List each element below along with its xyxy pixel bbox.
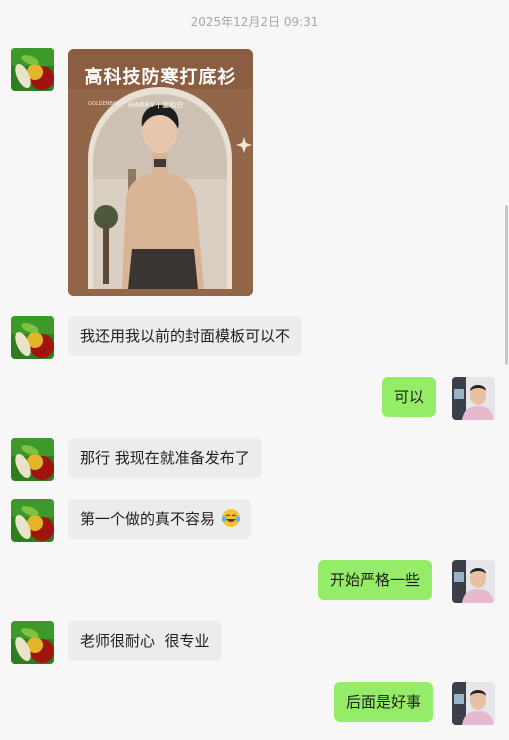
fruit-avatar-icon — [11, 499, 54, 542]
message-bubble-outgoing[interactable]: 可以 — [382, 377, 437, 417]
message-bubble-outgoing[interactable]: 开始严格一些 — [318, 560, 433, 600]
fruit-avatar-icon — [11, 621, 54, 664]
message-text: 第一个做的真不容易 — [80, 510, 216, 528]
poster-brand-right: HARRY | 金和白 — [128, 101, 184, 109]
message-bubble-incoming[interactable]: 老师很耐心 很专业 — [68, 621, 222, 661]
contact-avatar[interactable] — [11, 621, 54, 664]
user-avatar[interactable] — [452, 682, 495, 725]
person-avatar-icon — [452, 560, 495, 603]
poster-title: 高科技防寒打底衫 — [84, 67, 237, 88]
poster-brand-left: GOLDENBABY — [88, 101, 123, 107]
message-bubble-incoming[interactable]: 那行 我现在就准备发布了 — [68, 438, 262, 478]
chat-scrollbar[interactable] — [505, 205, 508, 365]
message-bubble-outgoing[interactable]: 后面是好事 — [334, 682, 434, 722]
contact-avatar[interactable] — [11, 48, 54, 91]
message-bubble-incoming[interactable]: 第一个做的真不容易 — [68, 499, 251, 539]
contact-avatar[interactable] — [11, 316, 54, 359]
fruit-avatar-icon — [11, 48, 54, 91]
user-avatar[interactable] — [452, 377, 495, 420]
chat-window: 2025年12月2日 09:31 高科技防寒打底衫 GOLDENBABY HAR… — [0, 0, 509, 740]
fruit-avatar-icon — [11, 316, 54, 359]
person-avatar-icon — [452, 682, 495, 725]
contact-avatar[interactable] — [11, 438, 54, 481]
user-avatar[interactable] — [452, 560, 495, 603]
poster-image-message[interactable]: 高科技防寒打底衫 GOLDENBABY HARRY | 金和白 — [68, 49, 253, 296]
fruit-avatar-icon — [11, 438, 54, 481]
message-timestamp: 2025年12月2日 09:31 — [190, 15, 319, 29]
message-bubble-incoming[interactable]: 我还用我以前的封面模板可以不 — [68, 316, 303, 356]
person-avatar-icon — [452, 377, 495, 420]
laugh-cry-emoji-icon — [221, 509, 240, 527]
contact-avatar[interactable] — [11, 499, 54, 542]
